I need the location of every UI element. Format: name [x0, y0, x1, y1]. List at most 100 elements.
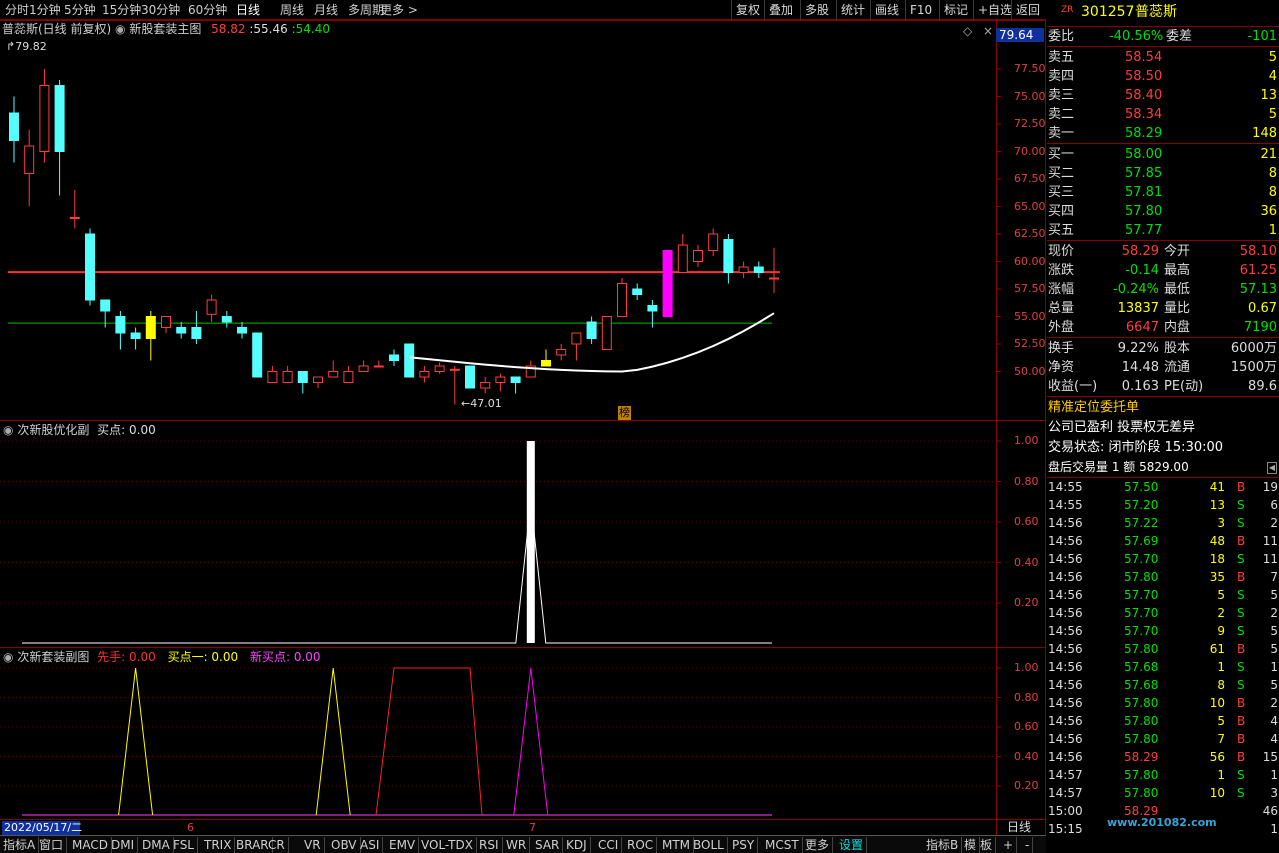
diamond-icon[interactable]: ◇ — [963, 24, 972, 38]
indicator-tab-25[interactable]: 设置 — [836, 837, 868, 853]
tick-count: 46 — [1262, 804, 1278, 818]
period-label[interactable]: 日线 — [1007, 820, 1031, 834]
indicator-tab-14[interactable]: RSI — [476, 837, 503, 853]
candle — [677, 244, 688, 273]
indicator-tab-10[interactable]: OBV — [328, 837, 361, 853]
buy-row: 买五 57.77 1 — [1047, 221, 1279, 240]
sell-label: 卖一 — [1048, 126, 1075, 141]
stat2-row: 收益(一) 0.163 PE(动) 89.6 — [1047, 377, 1279, 396]
stat-label: 内盘 — [1164, 320, 1191, 335]
new-buy-peak — [513, 667, 549, 816]
indicator-tab-9[interactable]: VR — [301, 837, 325, 853]
info-row: 交易状态: 闭市阶段 15:30:00 — [1047, 438, 1279, 457]
tick-price: 57.80 — [1124, 642, 1159, 656]
tick-time: 14:56 — [1048, 660, 1083, 674]
indicator-tab-18[interactable]: CCI — [595, 837, 623, 853]
candle — [358, 365, 369, 372]
tick-count: 2 — [1270, 606, 1278, 620]
tick-side: S — [1237, 606, 1245, 620]
candle — [632, 288, 643, 295]
indicator-tab-19[interactable]: ROC — [624, 837, 658, 853]
axis-label: 60.00 — [1014, 254, 1046, 268]
axis-label: 50.00 — [1014, 364, 1046, 378]
stat-value: 58.29 — [1121, 244, 1159, 259]
indicator-tab-24[interactable]: 更多 — [802, 837, 834, 853]
indicator-tab-13[interactable]: VOL-TDX — [418, 837, 477, 853]
bang-badge[interactable]: 榜 — [618, 406, 631, 420]
tick-time: 14:55 — [1048, 498, 1083, 512]
stat-value: 6000万 — [1230, 341, 1277, 356]
collapse-icon[interactable]: ◀ — [1267, 462, 1277, 474]
month-6: 6 — [187, 821, 194, 834]
sub1-line — [22, 500, 772, 644]
indicator-tab-5[interactable]: FSL — [170, 837, 198, 853]
indicator-tab-15[interactable]: WR — [503, 837, 531, 853]
settings-icon[interactable]: ◉ — [3, 423, 13, 437]
indicator-tab-17[interactable]: KDJ — [563, 837, 591, 853]
indicator-tab-3[interactable]: DMI — [108, 837, 139, 853]
tick-price: 57.80 — [1124, 696, 1159, 710]
settings-icon[interactable]: ◉ — [115, 22, 125, 36]
tick-time: 14:57 — [1048, 768, 1083, 782]
stat-label: 今开 — [1164, 244, 1191, 259]
info-text: 盘后交易量 1 额 5829.00 — [1048, 460, 1189, 474]
candle — [313, 376, 323, 383]
close-icon[interactable]: × — [983, 24, 993, 38]
tick-time: 14:56 — [1048, 606, 1083, 620]
tick-time: 14:56 — [1048, 696, 1083, 710]
tick-price: 58.29 — [1124, 750, 1159, 764]
axis-label: 1.00 — [1014, 661, 1039, 674]
settings-icon[interactable]: ◉ — [3, 650, 13, 664]
sell-label: 卖三 — [1048, 88, 1075, 103]
buy-price: 57.85 — [1125, 166, 1163, 181]
indicator-tab-2[interactable]: MACD — [69, 837, 112, 853]
bottom-right-button-3[interactable]: + — [1000, 837, 1018, 853]
stat-label: 最高 — [1164, 263, 1191, 278]
info-row[interactable]: 精准定位委托单 — [1047, 398, 1279, 417]
tick-side: S — [1237, 624, 1245, 638]
indicator-tab-6[interactable]: TRIX — [201, 837, 236, 853]
low-value: 47.01 — [470, 397, 502, 410]
indicator-tabs: 指标A 窗口 MACD DMI DMA FSL TRIX BRAR CR VR OBV ASI EMV V… — [0, 835, 1046, 853]
indicator-tab-21[interactable]: BOLL — [690, 837, 728, 853]
candle — [221, 316, 232, 323]
indicator-tab-16[interactable]: SAR — [532, 837, 564, 853]
tick-price: 57.50 — [1124, 480, 1159, 494]
indicator-tab-20[interactable]: MTM — [659, 837, 695, 853]
indicator-tab-1[interactable]: 窗口 — [36, 837, 68, 853]
indicator-tab-22[interactable]: PSY — [729, 837, 759, 853]
candle — [100, 299, 111, 312]
stat-row: 现价 58.29 今开 58.10 — [1047, 242, 1279, 261]
tick-row: 14:56 57.68 8 S 5 — [1047, 676, 1279, 694]
tick-count: 2 — [1270, 516, 1278, 530]
indicator-tab-11[interactable]: ASI — [357, 837, 384, 853]
bottom-right-button-4[interactable]: - — [1022, 837, 1034, 853]
divider — [1047, 337, 1279, 338]
stat-value: 0.163 — [1121, 379, 1159, 394]
candle — [373, 365, 384, 368]
indicator-tab-0[interactable]: 指标A — [0, 837, 40, 853]
stat-row: 外盘 6647 内盘 7190 — [1047, 318, 1279, 337]
tick-row: 14:56 57.80 35 B 7 — [1047, 568, 1279, 586]
tick-time: 14:56 — [1048, 552, 1083, 566]
indicator-tab-8[interactable]: CR — [265, 837, 289, 853]
candle — [252, 332, 263, 378]
indicator-tab-12[interactable]: EMV — [386, 837, 420, 853]
sub1-name[interactable]: 次新股优化副 — [17, 423, 89, 437]
indicator-name[interactable]: 新股套装主图 — [129, 22, 201, 36]
sub2-name[interactable]: 次新套装副图 — [17, 650, 89, 664]
candle — [693, 250, 703, 262]
indicator-tab-4[interactable]: DMA — [139, 837, 174, 853]
maidian1-peak — [118, 667, 154, 816]
tick-price: 57.20 — [1124, 498, 1159, 512]
kline-chart[interactable] — [0, 0, 1046, 835]
candle — [237, 327, 247, 334]
divider — [1047, 143, 1279, 144]
tick-row: 14:56 57.68 1 S 1 — [1047, 658, 1279, 676]
tick-count: 3 — [1270, 786, 1278, 800]
bottom-right-button-2[interactable]: 板 — [977, 837, 997, 853]
candle — [267, 371, 278, 383]
stat-value: 57.13 — [1239, 282, 1277, 297]
bottom-right-button-0[interactable]: 指标B — [923, 837, 963, 853]
indicator-tab-23[interactable]: MCST — [762, 837, 803, 853]
